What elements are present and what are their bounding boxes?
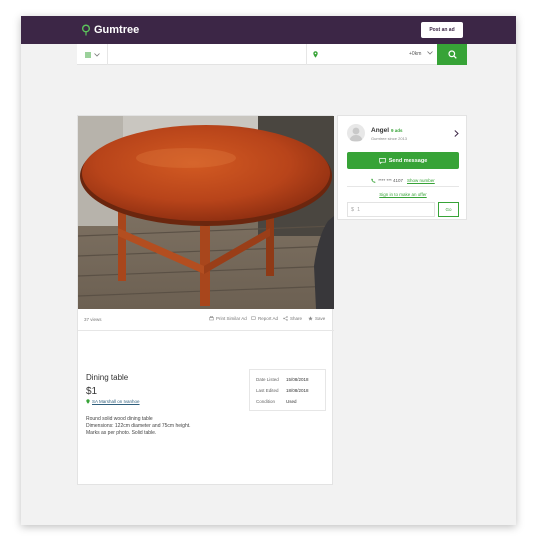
phone-number-masked: **** *** 4107	[378, 178, 403, 183]
offer-form: $ 1 Go	[347, 202, 459, 217]
print-button[interactable]: Print Similar Ad	[209, 316, 247, 321]
description-line: Round solid wood dining table	[86, 416, 153, 422]
top-navigation-bar: Gumtree Post an ad	[21, 16, 516, 44]
save-button[interactable]: Save	[308, 316, 325, 321]
ad-details-box: Date Listed 15/08/2018 Last Edited 18/08…	[249, 369, 326, 411]
details-value: Used	[286, 399, 297, 404]
details-key: Last Edited	[256, 388, 279, 393]
seller-ads-count[interactable]: 9 ads	[391, 128, 403, 133]
show-number-link[interactable]: Show number	[407, 178, 435, 183]
seller-panel: Angel 9 ads Gumtree since 2013 Send mess…	[337, 115, 467, 220]
send-message-button[interactable]: Send message	[347, 152, 459, 169]
save-label: Save	[315, 316, 326, 321]
ad-price: $1	[86, 386, 98, 397]
phone-icon	[371, 178, 376, 183]
print-icon	[209, 316, 214, 321]
details-row: Last Edited 18/08/2018	[256, 385, 319, 396]
radius-select[interactable]: +0km	[409, 51, 421, 57]
search-icon	[447, 50, 457, 59]
user-avatar-icon	[349, 127, 363, 141]
share-icon	[283, 316, 288, 321]
details-key: Condition	[256, 399, 276, 404]
report-ad-button[interactable]: Report Ad	[251, 316, 278, 321]
seller-avatar[interactable]	[347, 124, 365, 142]
view-count: 37 views	[84, 317, 102, 322]
offer-amount-input[interactable]: $ 1	[347, 202, 435, 217]
ad-photo[interactable]	[78, 116, 334, 309]
radius-chevron-down-icon	[427, 51, 433, 55]
browser-frame: Gumtree Post an ad +0km 37 views Print S…	[21, 16, 516, 525]
offer-currency-symbol: $	[351, 206, 355, 213]
post-an-ad-button[interactable]: Post an ad	[421, 22, 463, 38]
chevron-down-icon	[93, 52, 100, 57]
details-value: 15/08/2018	[286, 377, 309, 382]
tree-logo-icon	[82, 24, 90, 36]
share-label: Share	[290, 316, 303, 321]
ad-card: 37 views Print Similar Ad Report Ad Shar…	[77, 115, 334, 485]
ad-description: Round solid wood dining table Dimensions…	[86, 416, 191, 437]
dining-table-photo	[78, 116, 334, 309]
chevron-right-icon[interactable]	[454, 130, 459, 137]
ad-location-text: SA Marshall on Ivanhoe	[92, 399, 140, 404]
seller-member-since: Gumtree since 2013	[371, 136, 408, 141]
share-button[interactable]: Share	[283, 316, 302, 321]
gumtree-logo[interactable]: Gumtree	[81, 22, 139, 38]
report-flag-icon	[251, 316, 256, 320]
star-icon	[308, 316, 313, 321]
offer-amount-value: 1	[357, 206, 361, 213]
description-line: Dimensions: 122cm diameter and 75cm heig…	[86, 423, 191, 429]
search-bar: +0km	[77, 44, 467, 65]
location-pin-icon	[313, 51, 318, 58]
details-key: Date Listed	[256, 377, 279, 382]
phone-number-row: **** *** 4107 Show number	[347, 175, 459, 187]
chat-bubble-icon	[378, 157, 386, 164]
ad-actions-bar: 37 views Print Similar Ad Report Ad Shar…	[78, 309, 334, 331]
logo-text: Gumtree	[94, 24, 140, 36]
ad-title: Dining table	[86, 373, 129, 382]
report-label: Report Ad	[258, 316, 279, 321]
description-line: Marks as per photo. Solid table.	[86, 430, 157, 436]
category-select[interactable]	[77, 44, 108, 65]
location-pin-icon	[86, 399, 90, 404]
details-value: 18/08/2018	[286, 388, 309, 393]
details-row: Condition Used	[256, 396, 319, 407]
send-message-label: Send message	[388, 157, 428, 164]
ad-location-link[interactable]: SA Marshall on Ivanhoe	[86, 399, 140, 404]
print-label: Print Similar Ad	[216, 316, 247, 321]
seller-name[interactable]: Angel	[371, 127, 389, 134]
details-row: Date Listed 15/08/2018	[256, 374, 319, 385]
category-menu-icon	[84, 52, 91, 57]
location-field[interactable]: +0km	[306, 44, 437, 65]
search-button[interactable]	[437, 44, 467, 65]
keyword-search-input[interactable]	[109, 46, 304, 63]
sign-in-to-offer-link[interactable]: Sign in to make an offer	[347, 192, 459, 197]
offer-go-button[interactable]: Go	[438, 202, 459, 217]
